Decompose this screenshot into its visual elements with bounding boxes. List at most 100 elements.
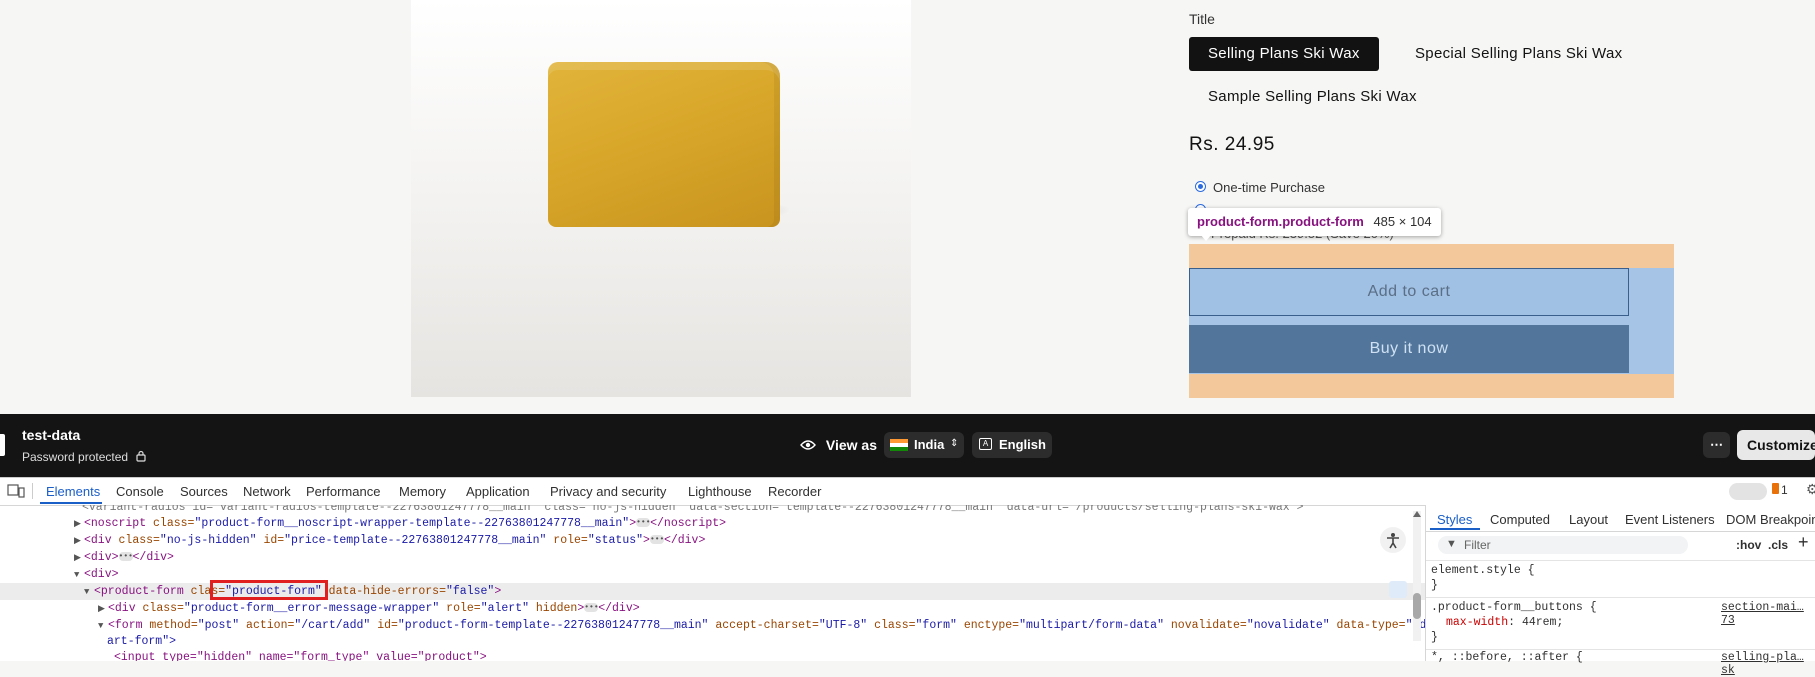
country-selector[interactable]: India ⇕ — [884, 432, 964, 458]
dom-node-variant-radios[interactable]: <variant-radios id="variant-radios-templ… — [82, 505, 1304, 516]
tab-elements[interactable]: Elements — [46, 484, 100, 499]
inspector-tooltip: product-form.product-form 485 × 104 — [1188, 208, 1441, 236]
device-toolbar-icon[interactable] — [7, 484, 25, 498]
expand-arrow-icon[interactable]: ▶ — [74, 516, 84, 532]
view-as-control[interactable]: View as — [800, 437, 877, 455]
tab-performance[interactable]: Performance — [306, 484, 380, 499]
scroll-up-arrow-icon[interactable] — [1413, 511, 1421, 517]
tab-computed[interactable]: Computed — [1490, 512, 1550, 527]
tab-lighthouse[interactable]: Lighthouse — [688, 484, 752, 499]
eye-icon — [800, 440, 816, 450]
variant-option-special-selling-plans[interactable]: Special Selling Plans Ski Wax — [1396, 37, 1641, 71]
active-tab-indicator — [40, 502, 102, 504]
add-rule-icon[interactable]: + — [1798, 532, 1809, 553]
tab-styles[interactable]: Styles — [1437, 512, 1472, 527]
password-status: Password protected — [22, 450, 147, 464]
max-width-declaration[interactable]: max-width: 44rem; — [1446, 616, 1563, 629]
person-icon — [1387, 533, 1399, 549]
store-name: test-data — [22, 427, 81, 443]
theme-preview-bar: test-data Password protected View as Ind… — [0, 414, 1815, 477]
scrollbar-thumb[interactable] — [1413, 593, 1421, 619]
lock-icon — [136, 450, 147, 462]
purchase-option-one-time[interactable]: One-time Purchase — [1195, 180, 1395, 196]
filter-placeholder: Filter — [1464, 538, 1491, 552]
styles-filter-input[interactable]: ▼ Filter — [1438, 536, 1688, 554]
dom-node-hidden-input[interactable]: <input type="hidden" name="form_type" va… — [114, 650, 487, 661]
tab-divider — [32, 483, 33, 499]
filter-icon: ▼ — [1446, 538, 1457, 550]
ellipsis-icon[interactable]: ••• — [118, 552, 133, 562]
variant-option-sample-selling-plans[interactable]: Sample Selling Plans Ski Wax — [1189, 80, 1436, 114]
accessibility-icon[interactable] — [1380, 527, 1406, 553]
hover-state-toggle[interactable]: :hov — [1736, 538, 1761, 552]
product-form-buttons-close: } — [1431, 631, 1438, 644]
view-as-label: View as — [825, 437, 878, 453]
styles-pane: Styles Computed Layout Event Listeners D… — [1425, 505, 1815, 677]
storefront-page: Title Selling Plans Ski Wax Special Sell… — [0, 0, 1815, 414]
ski-wax-bar-image — [548, 62, 780, 227]
annotation-highlight-box — [210, 580, 328, 600]
collapse-arrow-icon[interactable]: ▼ — [84, 584, 94, 600]
universal-rule[interactable]: *, ::before, ::after { — [1431, 651, 1583, 664]
product-price: Rs. 24.95 — [1189, 134, 1275, 155]
reveal-node-icon[interactable] — [1389, 581, 1407, 598]
devtools-panel: Elements Console Sources Network Perform… — [0, 477, 1815, 677]
collapse-arrow-icon[interactable]: ▼ — [98, 618, 108, 634]
tab-memory[interactable]: Memory — [399, 484, 446, 499]
variant-option-selling-plans[interactable]: Selling Plans Ski Wax — [1189, 37, 1379, 71]
class-toggle[interactable]: .cls — [1768, 538, 1788, 552]
issues-flag-icon[interactable] — [1772, 483, 1779, 494]
customize-button[interactable]: Customize — [1737, 430, 1815, 460]
tab-application[interactable]: Application — [466, 484, 530, 499]
tooltip-selector: product-form.product-form — [1197, 214, 1364, 229]
india-flag-icon — [890, 439, 908, 451]
rule-source-link[interactable]: section-mai…73 — [1721, 601, 1815, 627]
issues-count[interactable]: 1 — [1781, 483, 1788, 497]
dom-node-wrapper-div[interactable]: ▼ <div> — [74, 567, 119, 583]
tab-event-listeners[interactable]: Event Listeners — [1625, 512, 1715, 527]
buy-it-now-button[interactable]: Buy it now — [1189, 325, 1629, 373]
variant-title-label: Title — [1189, 11, 1215, 27]
tab-recorder[interactable]: Recorder — [768, 484, 821, 499]
tab-network[interactable]: Network — [243, 484, 291, 499]
styles-tab-bar: Styles Computed Layout Event Listeners D… — [1426, 505, 1815, 532]
tooltip-size: 485 × 104 — [1373, 214, 1432, 229]
more-options-button[interactable]: ⋯ — [1703, 432, 1730, 458]
password-status-text: Password protected — [22, 450, 129, 464]
dom-node-form[interactable]: ▼ <form method="post" action="/cart/add" … — [98, 618, 1425, 634]
expand-arrow-icon[interactable]: ▶ — [74, 550, 84, 566]
css-property[interactable]: max-width — [1446, 616, 1508, 629]
dom-node-noscript[interactable]: ▶ <noscript class="product-form__noscript… — [74, 516, 726, 532]
tree-scrollbar[interactable] — [1413, 511, 1421, 641]
tab-privacy-security[interactable]: Privacy and security — [550, 484, 666, 499]
translate-icon: A — [979, 438, 992, 450]
element-style-rule[interactable]: element.style { — [1431, 564, 1535, 577]
dom-node-empty-div[interactable]: ▶ <div>•••</div> — [74, 550, 174, 566]
settings-gear-icon[interactable]: ⚙ — [1806, 481, 1815, 498]
css-value[interactable]: 44rem; — [1522, 616, 1563, 629]
expand-arrow-icon[interactable]: ▶ — [74, 533, 84, 549]
chevron-up-down-icon: ⇕ — [950, 438, 959, 449]
universal-rule-source-link[interactable]: selling-pla…sk — [1721, 651, 1815, 677]
tab-dom-breakpoints[interactable]: DOM Breakpoints — [1726, 512, 1815, 527]
element-style-close: } — [1431, 579, 1438, 592]
toggle-switch[interactable] — [1729, 483, 1767, 500]
dom-node-price-div[interactable]: ▶ <div class="no-js-hidden" id="price-tem… — [74, 533, 705, 549]
tab-console[interactable]: Console — [116, 484, 164, 499]
styles-active-indicator — [1430, 528, 1480, 530]
ellipsis-icon[interactable]: ••• — [636, 518, 651, 528]
tooltip-arrow — [1200, 234, 1212, 241]
dom-node-error-wrapper[interactable]: ▶ <div class="product-form__error-message… — [98, 601, 640, 617]
radio-selected-icon[interactable] — [1195, 181, 1206, 192]
collapse-arrow-icon[interactable]: ▼ — [74, 567, 84, 583]
ellipsis-icon[interactable]: ••• — [584, 603, 599, 613]
ellipsis-icon[interactable]: ••• — [649, 535, 664, 545]
product-image[interactable] — [411, 0, 911, 397]
language-selector[interactable]: A English — [972, 432, 1052, 458]
tab-sources[interactable]: Sources — [180, 484, 228, 499]
elements-tree: <variant-radios id="variant-radios-templ… — [0, 505, 1425, 661]
tab-layout[interactable]: Layout — [1569, 512, 1608, 527]
expand-arrow-icon[interactable]: ▶ — [98, 601, 108, 617]
add-to-cart-button[interactable]: Add to cart — [1189, 268, 1629, 316]
product-form-buttons-rule[interactable]: .product-form__buttons { — [1431, 601, 1597, 614]
